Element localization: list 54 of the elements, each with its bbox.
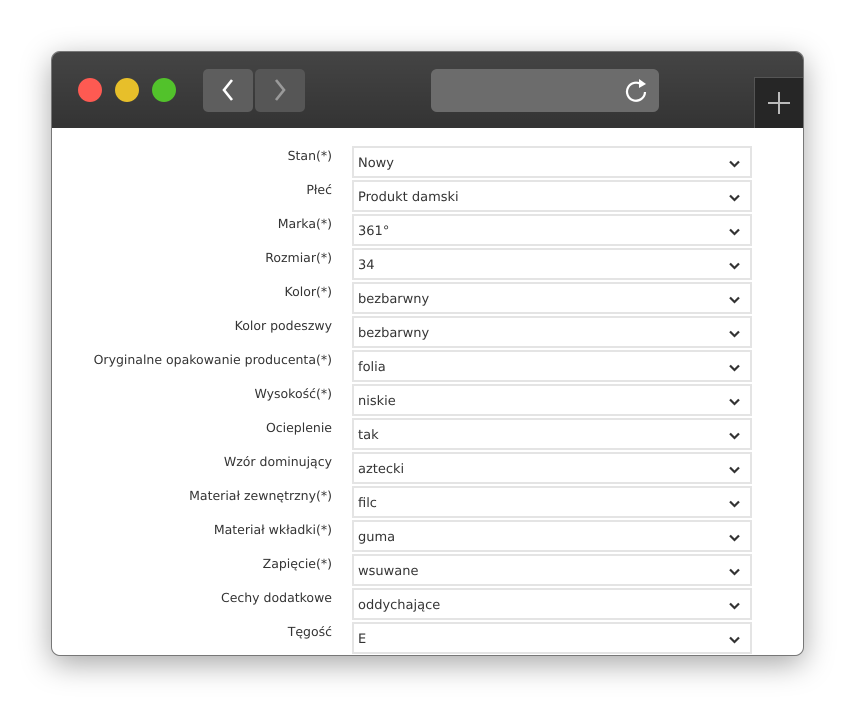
dropdown-field[interactable]: bezbarwny [352, 316, 752, 348]
plus-icon [767, 91, 791, 115]
dropdown-field[interactable]: Produkt damski [352, 180, 752, 212]
field-label: Materiał wkładki(*) [212, 521, 332, 539]
chevron-down-icon [729, 194, 740, 202]
chevron-down-icon [729, 398, 740, 406]
new-tab-button[interactable] [754, 77, 803, 128]
field-label: Płeć [305, 181, 332, 199]
field-label: Stan(*) [286, 147, 332, 165]
field-label: Ocieplenie [264, 419, 332, 437]
chevron-down-icon [729, 160, 740, 168]
chevron-down-icon [729, 228, 740, 236]
chevron-down-icon [729, 500, 740, 508]
field-label: Zapięcie(*) [262, 555, 332, 573]
chevron-down-icon [729, 432, 740, 440]
dropdown-field[interactable]: E [352, 622, 752, 654]
field-label: Cechy dodatkowe [220, 589, 332, 607]
dropdown-field[interactable]: 361° [352, 214, 752, 246]
chevron-down-icon [729, 534, 740, 542]
chevron-down-icon [729, 568, 740, 576]
chevron-down-icon [729, 466, 740, 474]
dropdown-field[interactable]: folia [352, 350, 752, 382]
field-label: Oryginalne opakowanie producenta(*) [92, 351, 332, 369]
forward-icon [273, 78, 287, 102]
dropdown-field[interactable]: guma [352, 520, 752, 552]
maximize-button[interactable] [152, 78, 176, 102]
close-button[interactable] [78, 78, 102, 102]
chevron-down-icon [729, 636, 740, 644]
chevron-down-icon [729, 262, 740, 270]
dropdown-field[interactable]: 34 [352, 248, 752, 280]
field-label: Kolor podeszwy [234, 317, 332, 335]
dropdown-field[interactable]: bezbarwny [352, 282, 752, 314]
minimize-button[interactable] [115, 78, 139, 102]
dropdown-field[interactable]: wsuwane [352, 554, 752, 586]
field-label: Materiał zewnętrzny(*) [188, 487, 332, 505]
field-label: Rozmiar(*) [264, 249, 332, 267]
back-icon [221, 78, 235, 102]
dropdown-field[interactable]: oddychające [352, 588, 752, 620]
chevron-down-icon [729, 602, 740, 610]
field-label: Wzór dominujący [222, 453, 332, 471]
chevron-down-icon [729, 296, 740, 304]
field-label: Marka(*) [276, 215, 332, 233]
field-label: Kolor(*) [284, 283, 332, 301]
reload-icon [623, 77, 649, 103]
back-button[interactable] [203, 68, 253, 112]
chevron-down-icon [729, 364, 740, 372]
dropdown-field[interactable]: Nowy [352, 146, 752, 178]
dropdown-field[interactable]: tak [352, 418, 752, 450]
dropdown-field[interactable]: niskie [352, 384, 752, 416]
field-label: Wysokość(*) [253, 385, 332, 403]
chevron-down-icon [729, 330, 740, 338]
field-label: Tęgość [286, 623, 332, 641]
dropdown-field[interactable]: aztecki [352, 452, 752, 484]
dropdown-field[interactable]: filc [352, 486, 752, 518]
